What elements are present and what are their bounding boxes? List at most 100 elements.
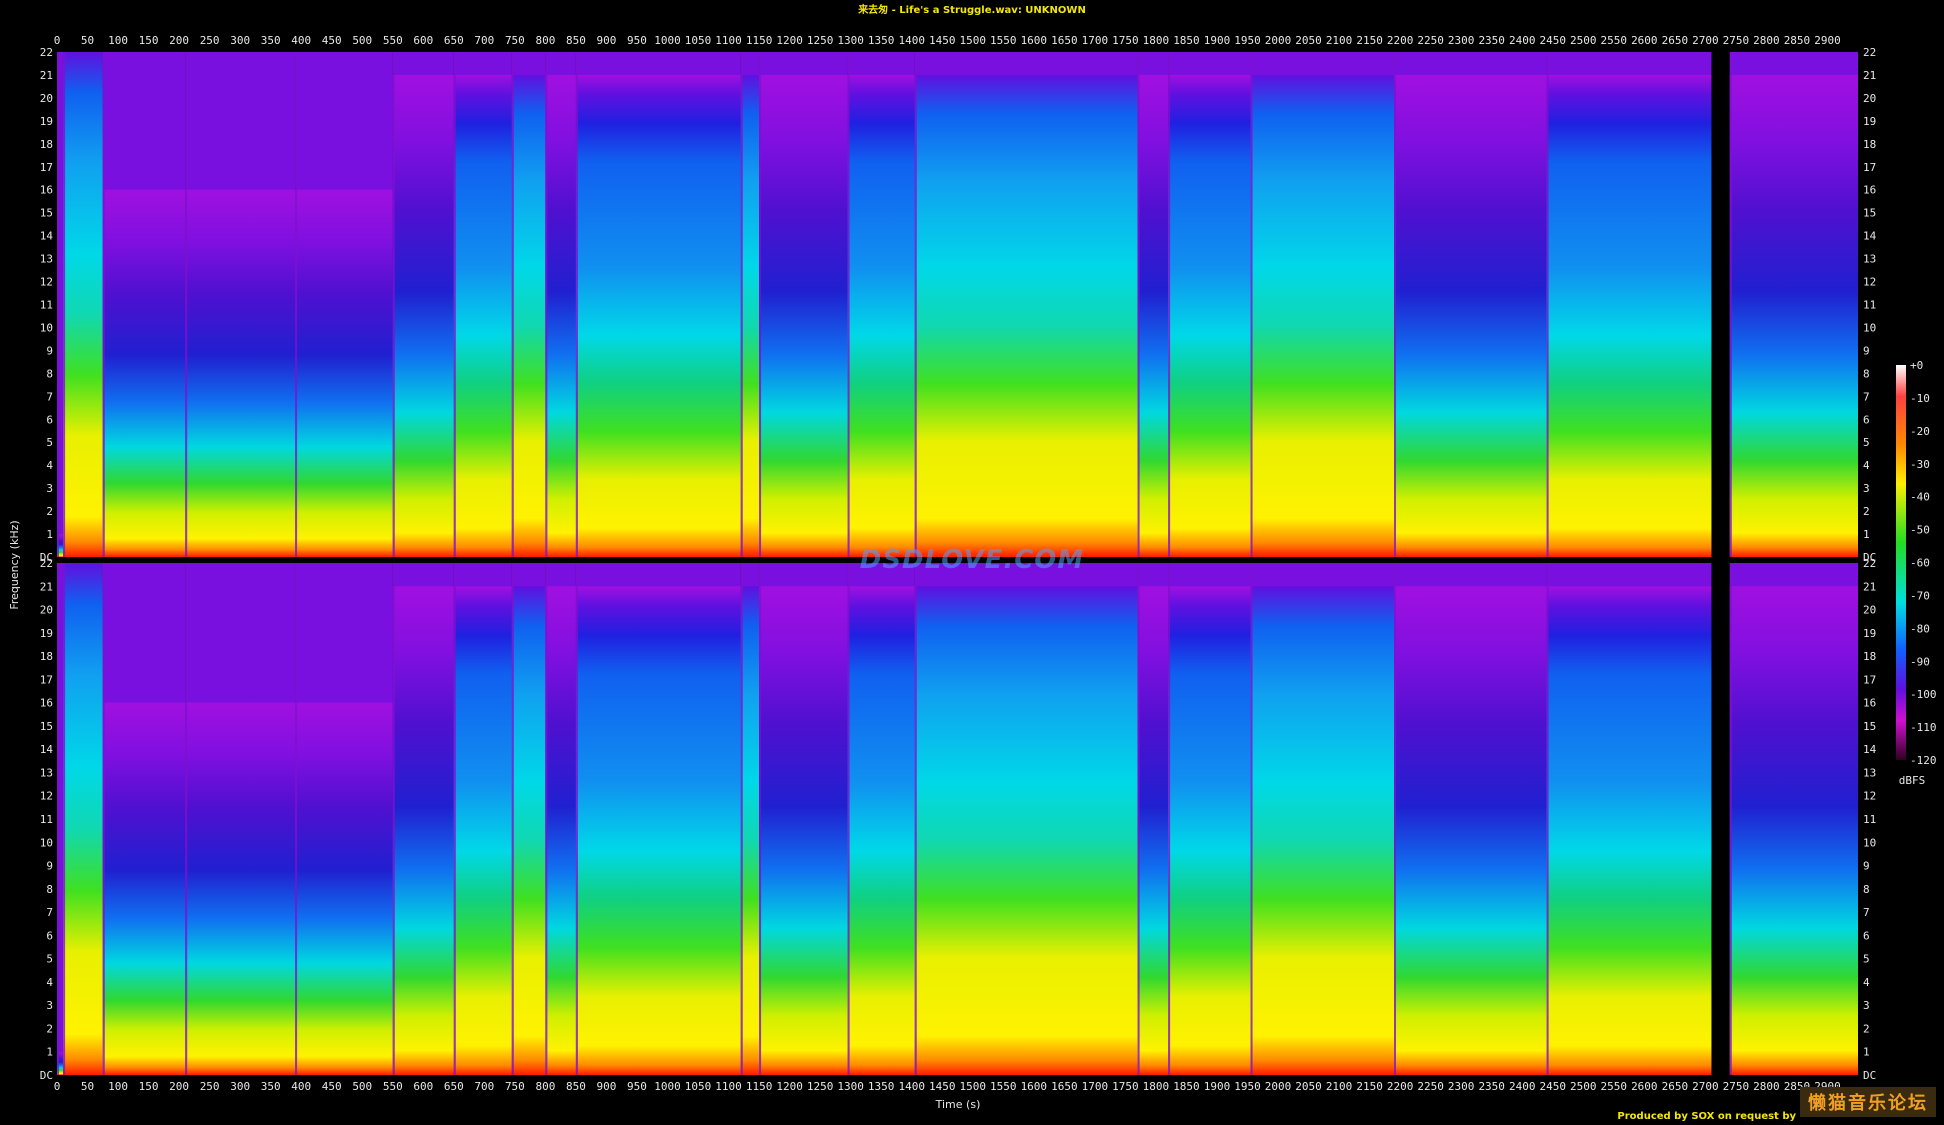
y-tick-left-1-15: 15	[40, 207, 53, 220]
x-tick-bottom-250: 250	[200, 1080, 220, 1093]
track-14-boundary	[914, 52, 917, 557]
x-tick-bottom-2600: 2600	[1631, 1080, 1658, 1093]
x-tick-top-750: 750	[505, 34, 525, 47]
x-tick-top-1550: 1550	[990, 34, 1017, 47]
track-21-spectrum	[1729, 586, 1858, 1075]
x-tick-top-2900: 2900	[1814, 34, 1841, 47]
y-tick-left-2-DC: DC	[40, 1069, 53, 1082]
y-tick-left-2-11: 11	[40, 813, 53, 826]
y-tick-right-2-13: 13	[1863, 766, 1876, 779]
y-tick-right-2-14: 14	[1863, 743, 1877, 756]
track-4-boundary	[185, 563, 188, 1075]
x-tick-top-200: 200	[169, 34, 189, 47]
track-14-spectrum	[914, 74, 1138, 558]
x-tick-bottom-700: 700	[474, 1080, 494, 1093]
track-10-boundary	[575, 563, 578, 1075]
track-6-boundary	[392, 52, 395, 557]
track-7-boundary	[453, 563, 456, 1075]
track-21-spectrum	[1729, 74, 1858, 558]
x-tick-top-1000: 1000	[654, 34, 681, 47]
y-tick-left-1-20: 20	[40, 92, 53, 105]
y-tick-left-1-19: 19	[40, 115, 53, 128]
track-20-bg	[1711, 563, 1730, 1075]
track-11-boundary	[740, 52, 743, 557]
track-4-spectrum	[185, 189, 296, 557]
track-7-spectrum	[453, 74, 512, 558]
y-tick-right-1-8: 8	[1863, 367, 1870, 380]
x-tick-bottom-2150: 2150	[1356, 1080, 1383, 1093]
track-1-boundary	[57, 563, 59, 1075]
track-18-spectrum	[1394, 74, 1547, 558]
y-tick-left-2-7: 7	[46, 906, 53, 919]
track-15-spectrum	[1137, 74, 1169, 558]
y-tick-right-2-7: 7	[1863, 906, 1870, 919]
x-tick-bottom-1250: 1250	[807, 1080, 834, 1093]
track-9-boundary	[545, 52, 548, 557]
y-tick-right-1-13: 13	[1863, 253, 1876, 266]
track-19-boundary	[1546, 563, 1549, 1075]
colorbar-tick--50: -50	[1910, 524, 1930, 537]
x-tick-bottom-2700: 2700	[1692, 1080, 1719, 1093]
x-tick-top-1750: 1750	[1112, 34, 1139, 47]
track-3-spectrum	[102, 702, 186, 1075]
x-tick-bottom-450: 450	[322, 1080, 342, 1093]
colorbar-tick--90: -90	[1910, 655, 1930, 668]
x-tick-top-550: 550	[383, 34, 403, 47]
track-21-boundary	[1729, 563, 1732, 1075]
x-tick-bottom-2050: 2050	[1295, 1080, 1322, 1093]
x-tick-bottom-850: 850	[566, 1080, 586, 1093]
track-18-boundary	[1394, 563, 1397, 1075]
y-tick-left-2-20: 20	[40, 604, 53, 617]
y-tick-right-1-21: 21	[1863, 69, 1876, 82]
track-8-spectrum	[511, 586, 546, 1075]
y-tick-right-1-16: 16	[1863, 184, 1876, 197]
x-tick-top-150: 150	[139, 34, 159, 47]
y-tick-right-1-10: 10	[1863, 321, 1876, 334]
x-tick-top-1600: 1600	[1021, 34, 1048, 47]
x-tick-bottom-1950: 1950	[1234, 1080, 1261, 1093]
x-tick-bottom-350: 350	[261, 1080, 281, 1093]
track-3-boundary	[102, 52, 105, 557]
track-12-spectrum	[759, 74, 848, 558]
track-1-boundary	[57, 52, 59, 557]
y-tick-right-1-20: 20	[1863, 92, 1876, 105]
x-tick-top-850: 850	[566, 34, 586, 47]
y-tick-right-2-3: 3	[1863, 999, 1870, 1012]
x-tick-bottom-200: 200	[169, 1080, 189, 1093]
y-tick-right-2-11: 11	[1863, 813, 1876, 826]
credit-text: Produced by SOX on request by	[1617, 1111, 1796, 1122]
x-tick-top-2100: 2100	[1326, 34, 1353, 47]
track-19-boundary	[1546, 52, 1549, 557]
y-tick-right-2-2: 2	[1863, 1022, 1870, 1035]
x-tick-bottom-2300: 2300	[1448, 1080, 1475, 1093]
x-tick-bottom-900: 900	[597, 1080, 617, 1093]
colorbar-tick--40: -40	[1910, 491, 1930, 504]
colorbar-tick--70: -70	[1910, 589, 1930, 602]
track-6-spectrum	[392, 586, 454, 1075]
track-18-boundary	[1394, 52, 1397, 557]
x-tick-bottom-1000: 1000	[654, 1080, 681, 1093]
track-16-boundary	[1168, 563, 1171, 1075]
track-17-boundary	[1250, 52, 1253, 557]
x-tick-top-2850: 2850	[1784, 34, 1811, 47]
x-tick-top-2650: 2650	[1662, 34, 1689, 47]
x-tick-top-1350: 1350	[868, 34, 895, 47]
track-10-spectrum	[575, 74, 741, 558]
spectrogram-channel-1	[57, 52, 1858, 558]
y-tick-right-2-DC: DC	[1863, 1069, 1876, 1082]
y-tick-left-2-5: 5	[46, 953, 53, 966]
track-11-spectrum	[740, 586, 760, 1075]
x-tick-bottom-650: 650	[444, 1080, 464, 1093]
y-tick-right-1-12: 12	[1863, 276, 1876, 289]
track-6-spectrum	[392, 74, 454, 558]
track-16-spectrum	[1168, 586, 1251, 1075]
x-tick-top-1500: 1500	[960, 34, 987, 47]
x-tick-bottom-2500: 2500	[1570, 1080, 1597, 1093]
x-tick-top-1850: 1850	[1173, 34, 1200, 47]
track-12-spectrum	[759, 586, 848, 1075]
colorbar-tick--20: -20	[1910, 425, 1930, 438]
y-tick-right-1-9: 9	[1863, 344, 1870, 357]
y-tick-left-2-21: 21	[40, 580, 53, 593]
y-tick-right-2-20: 20	[1863, 604, 1876, 617]
track-3-spectrum	[102, 189, 186, 557]
